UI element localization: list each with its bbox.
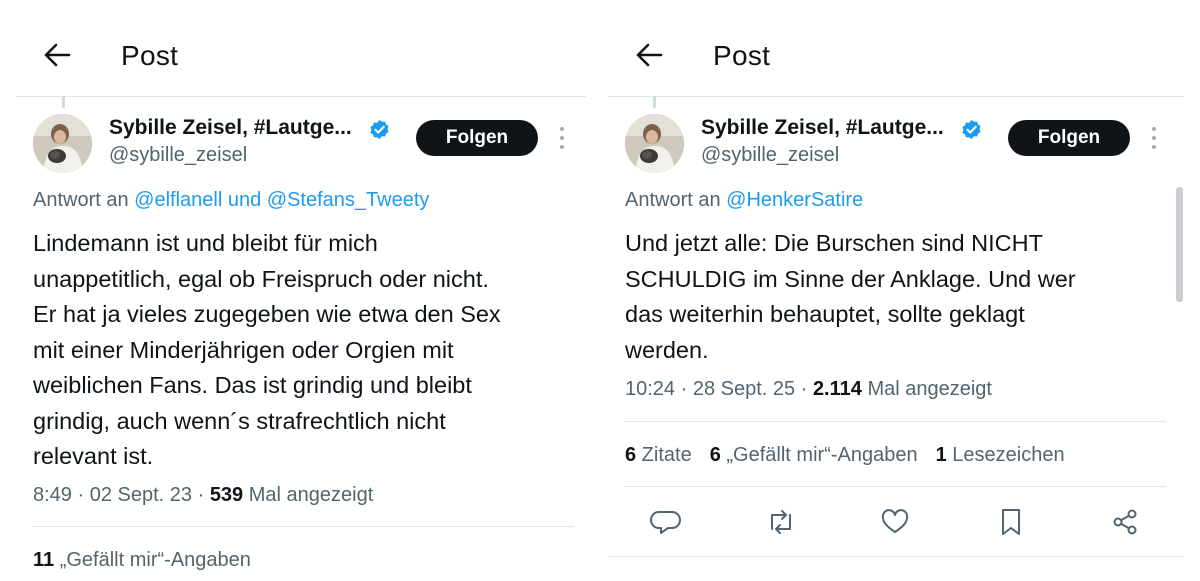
divider <box>625 421 1166 422</box>
author-handle[interactable]: @sybille_zeisel <box>109 144 247 167</box>
post-time[interactable]: 8:49 <box>33 484 72 506</box>
author-name[interactable]: Sybille Zeisel, #Lautge... <box>109 116 352 140</box>
divider <box>608 556 1184 557</box>
divider <box>625 486 1166 487</box>
back-arrow-icon[interactable] <box>634 40 664 70</box>
verified-badge-icon <box>370 119 389 140</box>
bookmarks-label: Lesezeichen <box>946 444 1065 466</box>
right-post-panel: Post Sybille Zeisel, #Lautge... @sybille… <box>600 0 1200 581</box>
post-text-line: relevant ist. <box>33 443 154 469</box>
left-post-panel: Post Sybille Zeisel, #Lautge... @sybille… <box>0 0 592 581</box>
views-label: Mal angezeigt <box>861 378 992 400</box>
quotes-label: Zitate <box>636 444 692 466</box>
repost-icon[interactable] <box>764 505 798 539</box>
post-text-line: werden. <box>625 336 709 363</box>
divider <box>33 526 574 527</box>
more-options-icon[interactable] <box>557 124 567 152</box>
reply-mention-link[interactable]: @HenkerSatire <box>726 189 863 211</box>
likes-count: 6 <box>709 444 721 466</box>
post-text-line: SCHULDIG im Sinne der Anklage. Und wer <box>625 265 1076 292</box>
verified-badge-icon <box>962 119 981 140</box>
likes-count: 11 <box>33 549 55 571</box>
thread-line <box>62 96 65 108</box>
share-icon[interactable] <box>1108 505 1142 539</box>
post-text-line: Lindemann ist und bleibt für mich <box>33 230 378 256</box>
reply-mention-link[interactable]: @elflanell <box>134 189 222 211</box>
header-divider <box>608 96 1184 97</box>
post-text-line: weiblichen Fans. Das ist grindig und ble… <box>33 372 472 398</box>
post-date[interactable]: 28 Sept. 25 <box>693 378 795 400</box>
avatar[interactable] <box>625 114 684 173</box>
post-text-line: unappetitlich, egal ob Freispruch oder n… <box>33 265 489 292</box>
reply-icon[interactable] <box>650 505 684 539</box>
reply-context: Antwort an @HenkerSatire <box>625 189 863 212</box>
quotes-stat[interactable]: 6 Zitate <box>625 444 692 467</box>
reply-context: Antwort an @elflanell und @Stefans_Tweet… <box>33 189 429 212</box>
scrollbar[interactable] <box>1176 187 1183 302</box>
reply-prefix: Antwort an <box>625 189 727 211</box>
reply-mention-link[interactable]: @Stefans_Tweety <box>267 189 430 211</box>
author-handle[interactable]: @sybille_zeisel <box>701 144 839 167</box>
post-stats: 6 Zitate 6 „Gefällt mir“-Angaben 1 Lesez… <box>625 444 1065 467</box>
views-count: 2.114 <box>812 378 862 400</box>
quotes-count: 6 <box>625 444 637 466</box>
author-name[interactable]: Sybille Zeisel, #Lautge... <box>701 116 944 140</box>
thread-line <box>653 96 656 108</box>
reply-joiner: und <box>222 189 267 211</box>
post-text-line: mit einer Minderjährigen oder Orgien mit <box>33 336 454 363</box>
back-arrow-icon[interactable] <box>42 40 72 70</box>
header-divider <box>16 96 586 97</box>
post-time[interactable]: 10:24 <box>625 378 675 400</box>
post-header: Post <box>0 0 592 96</box>
bookmarks-count: 1 <box>935 444 947 466</box>
action-bar <box>650 505 1150 539</box>
post-text-line: grindig, auch wenn´s strafrechtlich nich… <box>33 407 446 434</box>
post-text-line: das weiterhin behauptet, sollte geklagt <box>625 301 1025 327</box>
avatar[interactable] <box>33 114 92 173</box>
bookmark-icon[interactable] <box>994 505 1028 539</box>
post-stats: 11 „Gefällt mir“-Angaben <box>33 549 251 572</box>
post-text-line: Er hat ja vieles zugegeben wie etwa den … <box>33 301 501 327</box>
bookmarks-stat[interactable]: 1 Lesezeichen <box>936 444 1065 467</box>
post-header: Post <box>600 0 1200 96</box>
follow-button[interactable]: Folgen <box>1008 120 1130 156</box>
likes-stat[interactable]: 11 „Gefällt mir“-Angaben <box>33 549 251 572</box>
more-options-icon[interactable] <box>1149 124 1159 152</box>
follow-button[interactable]: Folgen <box>416 120 538 156</box>
like-icon[interactable] <box>878 505 912 539</box>
post-text: Lindemann ist und bleibt für mich unappe… <box>33 226 583 475</box>
likes-label: „Gefällt mir“-Angaben <box>720 444 918 466</box>
views-label: Mal angezeigt <box>243 484 374 506</box>
post-meta: 10:24 · 28 Sept. 25 · 2.114 Mal angezeig… <box>625 378 992 400</box>
page-title: Post <box>121 40 179 71</box>
post-meta: 8:49 · 02 Sept. 23 · 539 Mal angezeigt <box>33 484 374 506</box>
post-text-line: Und jetzt alle: Die Burschen sind NICHT <box>625 230 1043 256</box>
post-text: Und jetzt alle: Die Burschen sind NICHT … <box>625 226 1165 368</box>
views-count: 539 <box>209 484 244 506</box>
page-title: Post <box>713 40 771 71</box>
reply-prefix: Antwort an <box>33 189 135 211</box>
likes-stat[interactable]: 6 „Gefällt mir“-Angaben <box>710 444 918 467</box>
likes-label: „Gefällt mir“-Angaben <box>54 549 251 571</box>
post-date[interactable]: 02 Sept. 23 <box>90 484 192 506</box>
